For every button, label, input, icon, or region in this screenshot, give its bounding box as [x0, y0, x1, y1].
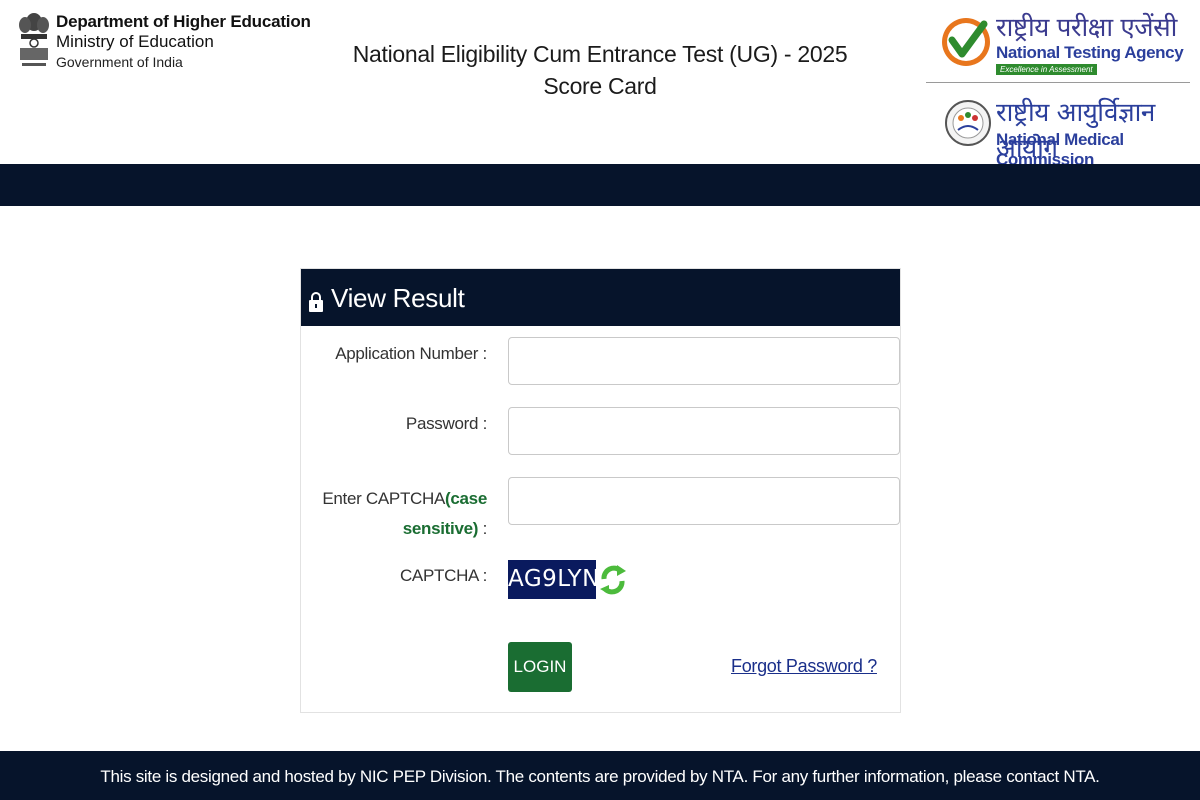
exam-title: National Eligibility Cum Entrance Test (… [352, 41, 848, 67]
captcha-input-label-text: Enter CAPTCHA [322, 489, 446, 508]
logo-divider [926, 82, 1190, 83]
national-emblem-icon [19, 13, 49, 66]
nav-bar [0, 164, 1200, 206]
department-name: Department of Higher Education [56, 12, 311, 31]
nta-tagline: Excellence in Assessment [996, 64, 1097, 75]
login-button[interactable]: LOGIN [508, 642, 572, 692]
captcha-image: AG9LYN [508, 560, 599, 599]
site-footer: This site is designed and hosted by NIC … [0, 751, 1200, 800]
panel-header: View Result [301, 269, 900, 326]
nta-check-logo-icon [942, 18, 990, 66]
captcha-input-label-suffix: : [478, 519, 488, 538]
view-result-panel: View Result Application Number : Passwor… [300, 268, 901, 713]
forgot-password-link[interactable]: Forgot Password ? [731, 656, 877, 677]
page-title: National Eligibility Cum Entrance Test (… [300, 38, 900, 102]
captcha-label: CAPTCHA : [399, 566, 487, 585]
captcha-input[interactable] [508, 477, 900, 525]
government-name: Government of India [56, 54, 183, 70]
password-label: Password : [405, 414, 487, 433]
footer-text: This site is designed and hosted by NIC … [100, 767, 1100, 786]
nmc-seal-logo-icon [945, 100, 991, 146]
panel-title: View Result [331, 283, 465, 313]
department-block: Department of Higher Education Ministry … [56, 12, 311, 72]
nta-hindi-name: राष्ट्रीय परीक्षा एजेंसी [996, 13, 1177, 43]
case-sensitive-note-2: sensitive) [402, 519, 479, 538]
refresh-icon[interactable] [598, 559, 628, 599]
site-header: Department of Higher Education Ministry … [0, 0, 1200, 169]
ministry-name: Ministry of Education [56, 32, 214, 51]
application-number-label: Application Number : [335, 344, 487, 363]
lock-icon [309, 292, 323, 312]
case-sensitive-note: (case [445, 489, 487, 508]
score-card-title: Score Card [543, 73, 657, 99]
captcha-input-label: Enter CAPTCHA(case sensitive) : [322, 484, 487, 544]
application-number-input[interactable] [508, 337, 900, 385]
password-input[interactable] [508, 407, 900, 455]
nta-name: National Testing Agency [996, 43, 1184, 62]
